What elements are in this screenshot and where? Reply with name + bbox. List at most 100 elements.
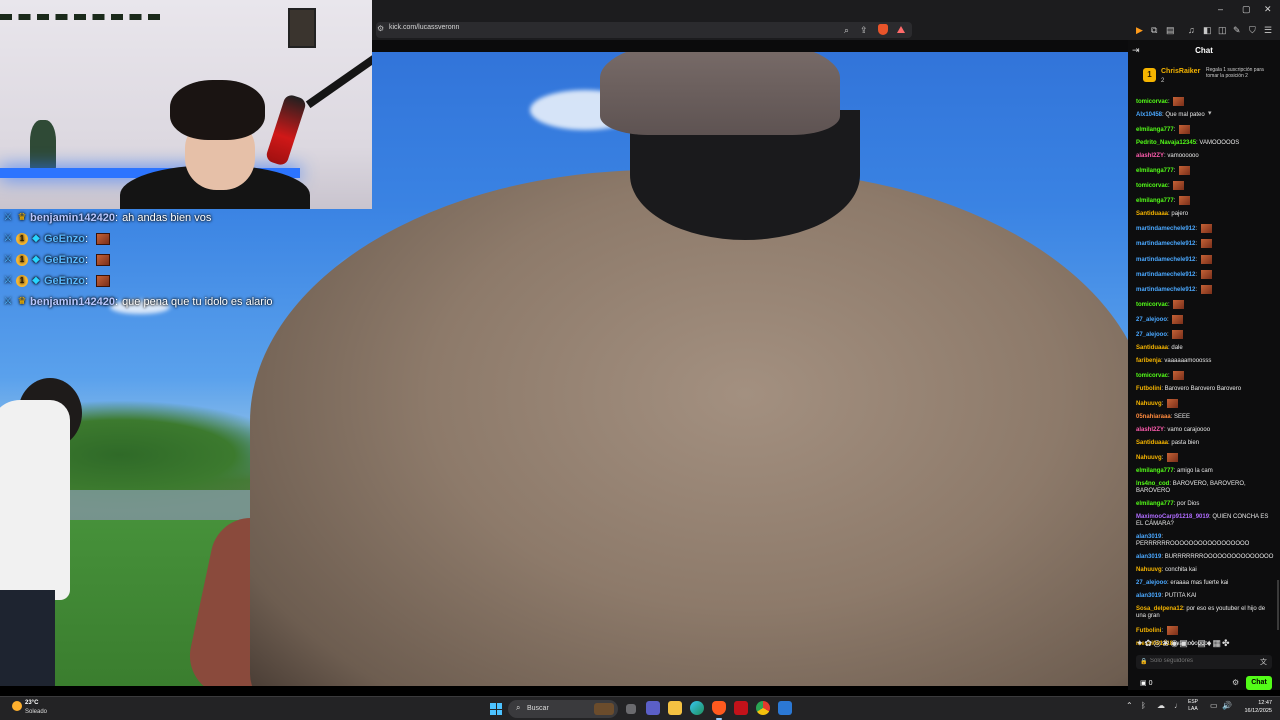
chat-input[interactable] bbox=[1150, 658, 1250, 664]
chat-username[interactable]: Futbolini bbox=[1136, 628, 1161, 634]
file-explorer-icon[interactable] bbox=[668, 701, 682, 715]
teams-icon[interactable] bbox=[646, 701, 660, 715]
subscriber-badge-icon: 1 bbox=[16, 274, 28, 287]
minimize-button[interactable]: – bbox=[1218, 4, 1223, 14]
menu-icon[interactable]: ☰ bbox=[1264, 25, 1272, 35]
taskbar-search[interactable]: ⌕ Buscar bbox=[508, 700, 618, 718]
chat-username[interactable]: 27_alejooo bbox=[1136, 317, 1167, 323]
chat-username[interactable]: Nahuuvg bbox=[1136, 567, 1162, 573]
emote-icon bbox=[1200, 284, 1212, 294]
chat-message: elmilanga777: bbox=[1136, 193, 1276, 208]
chat-username[interactable]: lns4no_cod bbox=[1136, 481, 1169, 487]
windows-start-icon[interactable] bbox=[490, 703, 502, 715]
chat-username[interactable]: elmilanga777 bbox=[1136, 468, 1174, 474]
chat-username[interactable]: Nahuuvg bbox=[1136, 401, 1162, 407]
chat-text: amigo la cam bbox=[1177, 468, 1213, 475]
chat-username[interactable]: martindamechele912 bbox=[1136, 226, 1195, 232]
chat-username[interactable]: tomicorvac bbox=[1136, 373, 1168, 379]
chat-username[interactable]: elmilanga777 bbox=[1136, 168, 1174, 174]
separator: : bbox=[1161, 401, 1166, 408]
close-button[interactable]: ✕ bbox=[1264, 4, 1272, 15]
wallet-icon[interactable]: ▤ bbox=[1166, 25, 1175, 35]
keyboard-language[interactable]: ESP LAA bbox=[1188, 699, 1198, 713]
maximize-button[interactable]: ▢ bbox=[1242, 4, 1251, 15]
display-icon[interactable]: ▭ bbox=[1210, 701, 1218, 710]
chat-username[interactable]: alashl2ZY bbox=[1136, 153, 1164, 159]
gifter-badge-icon: 1 bbox=[1143, 68, 1156, 82]
emote-icon bbox=[1173, 97, 1185, 106]
emote-picker-row[interactable]: ✦✿◎❀◉▣✧▤♦▦✤ bbox=[1136, 638, 1231, 649]
split-icon[interactable]: ◫ bbox=[1218, 25, 1227, 35]
overlay-chat-text: ah andas bien vos bbox=[122, 211, 212, 224]
chat-username[interactable]: elmilanga777 bbox=[1136, 501, 1174, 507]
brave-shield-icon[interactable] bbox=[878, 24, 888, 35]
chat-username[interactable]: Alx10458 bbox=[1136, 112, 1162, 118]
brave-browser-icon[interactable] bbox=[712, 701, 726, 715]
site-settings-icon[interactable]: ⚙ bbox=[377, 24, 384, 33]
chat-username[interactable]: Nahuuvg bbox=[1136, 455, 1162, 461]
chat-username[interactable]: Sosa_delpena12 bbox=[1136, 606, 1183, 612]
zoom-icon[interactable]: ⌕ bbox=[844, 25, 849, 35]
netflix-app-icon[interactable] bbox=[734, 701, 748, 715]
translate-icon[interactable]: 文 bbox=[1260, 657, 1267, 667]
edge-icon[interactable] bbox=[690, 701, 704, 715]
send-chat-button[interactable]: Chat bbox=[1246, 676, 1272, 690]
volume-icon[interactable]: 🔊 bbox=[1222, 701, 1232, 710]
chat-username[interactable]: tomicorvac bbox=[1136, 99, 1168, 105]
chat-username[interactable]: Pedrito_Navaja12345 bbox=[1136, 140, 1196, 146]
chat-username[interactable]: elmilanga777 bbox=[1136, 127, 1174, 133]
chat-input-box[interactable]: 🔒 文 bbox=[1136, 655, 1272, 669]
mic-tray-icon[interactable]: ♩ bbox=[1174, 701, 1182, 710]
gem-badge-icon: ◆ bbox=[32, 232, 40, 244]
chat-username[interactable]: tomicorvac bbox=[1136, 183, 1168, 189]
chat-username[interactable]: faribenja bbox=[1136, 358, 1161, 364]
separator: : bbox=[1167, 316, 1171, 323]
chat-username[interactable]: alan3019 bbox=[1136, 593, 1161, 599]
sun-icon[interactable] bbox=[12, 701, 22, 711]
extensions-icon[interactable]: ⧉ bbox=[1151, 25, 1157, 35]
chat-username[interactable]: martindamechele912 bbox=[1136, 287, 1195, 293]
chat-username[interactable]: MaximooCarp91218_9019 bbox=[1136, 514, 1209, 520]
paint-app-icon[interactable] bbox=[778, 701, 792, 715]
chat-username[interactable]: Futbolini bbox=[1136, 386, 1161, 392]
chat-scrollbar[interactable] bbox=[1277, 580, 1279, 630]
share-icon[interactable]: ⇪ bbox=[860, 25, 868, 35]
system-clock[interactable]: 12:47 16/12/2025 bbox=[1236, 699, 1272, 715]
weather-temperature[interactable]: 23°C bbox=[25, 700, 38, 706]
chat-username[interactable]: Santiduaaa bbox=[1136, 345, 1168, 351]
chat-username[interactable]: alan3019 bbox=[1136, 534, 1161, 540]
chat-username[interactable]: martindamechele912 bbox=[1136, 272, 1195, 278]
chat-username[interactable]: Santiduaaa bbox=[1136, 440, 1168, 446]
chat-username[interactable]: martindamechele912 bbox=[1136, 257, 1195, 263]
chat-username[interactable]: alashl2ZY bbox=[1136, 427, 1164, 433]
chevron-up-icon[interactable]: ⌃ bbox=[1126, 701, 1133, 710]
points-count: ▣ 0 bbox=[1140, 680, 1153, 687]
separator: : bbox=[1195, 286, 1199, 293]
chat-username[interactable]: Santiduaaa bbox=[1136, 211, 1168, 217]
chat-text: SEEE bbox=[1174, 414, 1191, 421]
weather-description[interactable]: Soleado bbox=[25, 709, 47, 715]
gear-icon[interactable]: ⚙ bbox=[1232, 678, 1239, 687]
top-gifter-banner[interactable]: 1 ChrisRaiker 2 Regala 1 suscripción par… bbox=[1136, 62, 1272, 117]
chat-text: dale bbox=[1171, 345, 1183, 352]
media-play-icon[interactable]: ▶ bbox=[1136, 25, 1143, 35]
chat-username[interactable]: 05nahiaraaa bbox=[1136, 414, 1171, 420]
url-text[interactable]: kick.com/lucassveronn bbox=[389, 24, 459, 31]
streamer-webcam bbox=[0, 0, 372, 209]
sidebar-icon[interactable]: ◧ bbox=[1203, 25, 1212, 35]
edit-icon[interactable]: ✎ bbox=[1233, 25, 1241, 35]
shield-icon[interactable]: ⛉ bbox=[1249, 25, 1256, 35]
chat-username[interactable]: martindamechele912 bbox=[1136, 242, 1195, 248]
task-view-icon[interactable] bbox=[626, 704, 636, 714]
cloud-icon[interactable]: ☁ bbox=[1157, 701, 1165, 710]
chat-message: Nahuuvg: conchita kai bbox=[1136, 564, 1276, 577]
bluetooth-icon[interactable]: ᛒ bbox=[1141, 701, 1146, 710]
chat-username[interactable]: elmilanga777 bbox=[1136, 198, 1174, 204]
brave-rewards-icon[interactable] bbox=[897, 26, 905, 33]
chat-username[interactable]: alan3019 bbox=[1136, 554, 1161, 560]
chrome-icon[interactable] bbox=[756, 701, 770, 715]
chat-username[interactable]: 27_alejooo bbox=[1136, 332, 1167, 338]
music-icon[interactable]: ♫ bbox=[1188, 25, 1195, 35]
chat-username[interactable]: 27_alejooo bbox=[1136, 580, 1167, 586]
chat-username[interactable]: tomicorvac bbox=[1136, 302, 1168, 308]
